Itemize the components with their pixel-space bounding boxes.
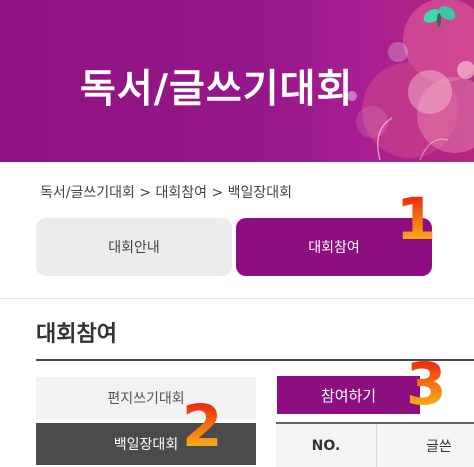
- column-separator: [376, 424, 377, 467]
- participate-button[interactable]: 참여하기: [277, 376, 420, 414]
- side-menu-letter-writing[interactable]: 편지쓰기대회: [36, 377, 256, 419]
- annotation-number-2: 2: [182, 392, 223, 460]
- annotation-number-1: 1: [396, 185, 437, 253]
- breadcrumb: 독서/글쓰기대회 > 대회참여 > 백일장대회: [40, 185, 293, 201]
- tab-contest-info[interactable]: 대회안내: [36, 218, 232, 276]
- tab-contest-info-label: 대회안내: [108, 240, 160, 256]
- side-menu-letter-writing-label: 편지쓰기대회: [107, 391, 185, 407]
- side-menu-baekiljang[interactable]: 백일장대회: [36, 423, 256, 465]
- section-divider: [0, 298, 474, 299]
- side-menu-baekiljang-label: 백일장대회: [113, 437, 179, 453]
- table-header: NO. 글쓴: [276, 422, 474, 467]
- column-header-no: NO.: [311, 437, 341, 454]
- page-banner: 독서/글쓰기대회: [0, 0, 474, 162]
- tab-contest-participation-label: 대회참여: [308, 240, 360, 256]
- banner-title: 독서/글쓰기대회: [80, 67, 354, 112]
- participate-button-label: 참여하기: [320, 386, 377, 405]
- section-title: 대회참여: [36, 322, 117, 347]
- column-header-author: 글쓴: [426, 438, 452, 455]
- annotation-number-3: 3: [406, 350, 447, 418]
